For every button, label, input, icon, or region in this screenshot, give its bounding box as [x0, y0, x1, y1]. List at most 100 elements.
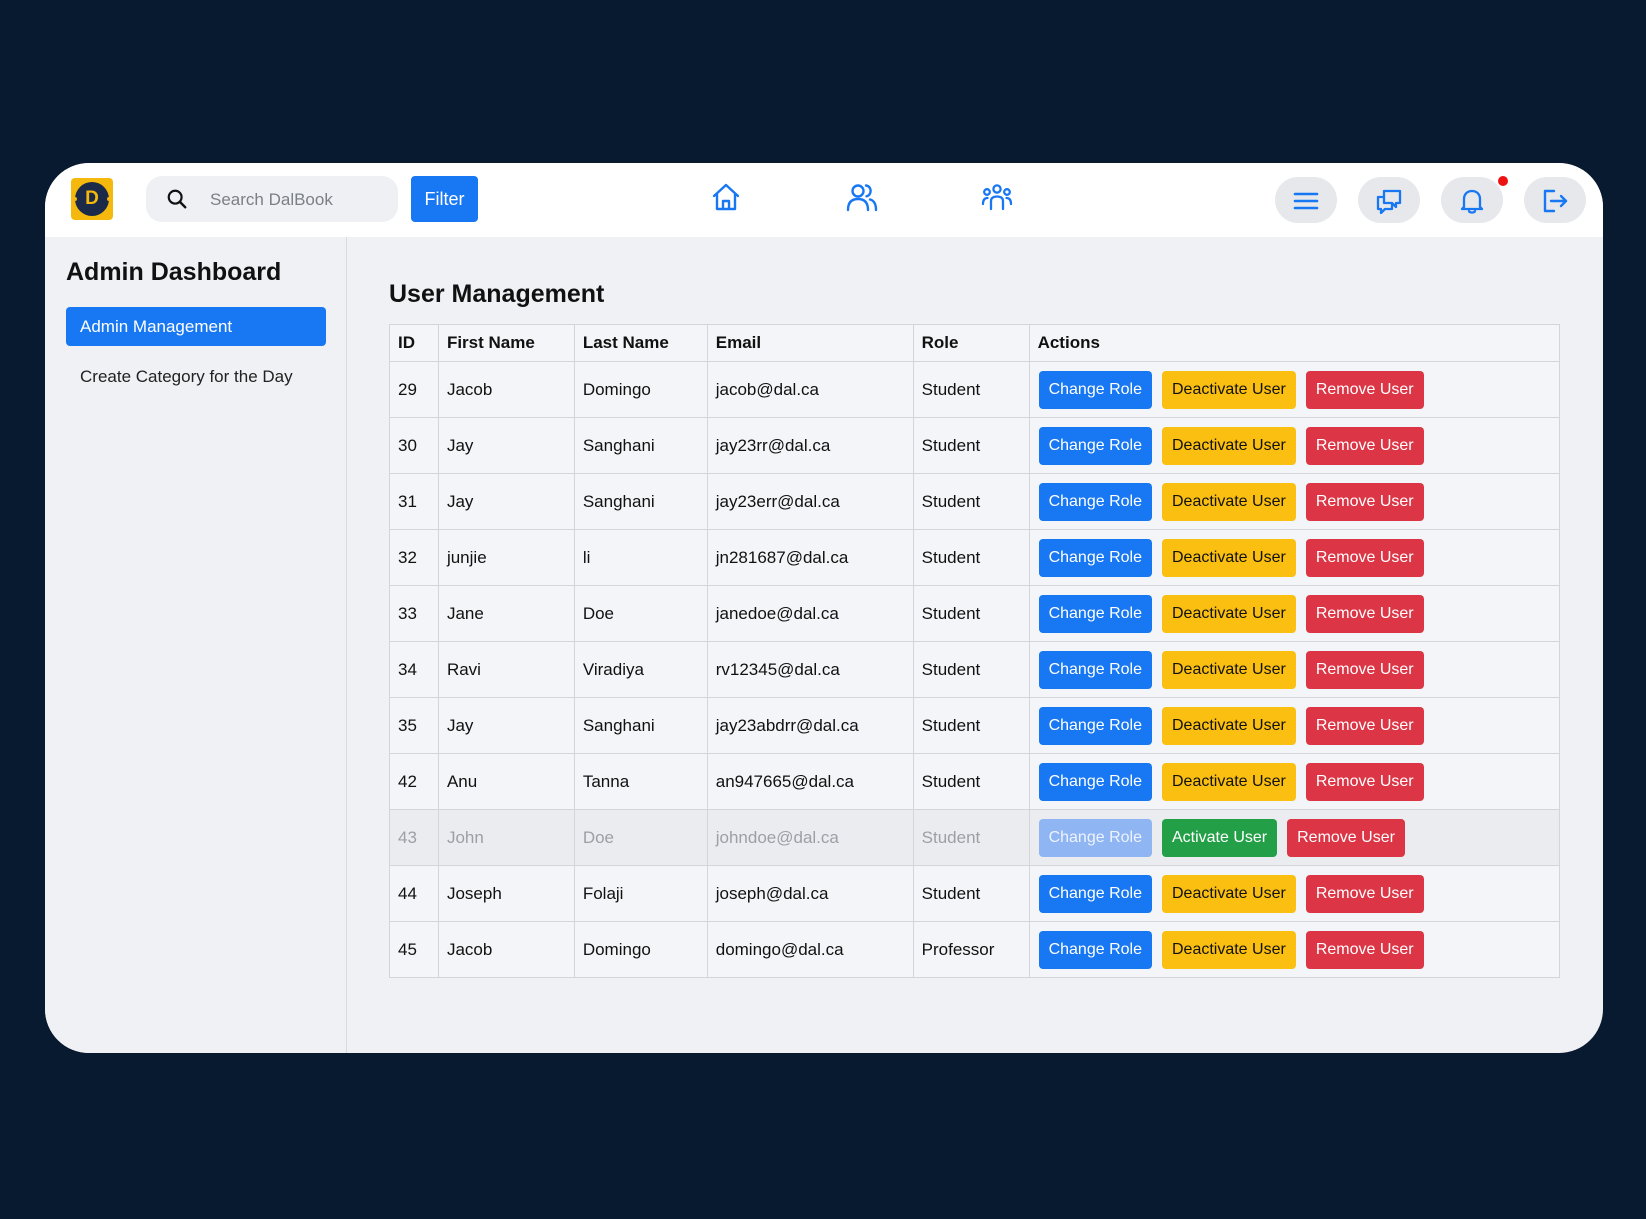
menu-button[interactable] — [1275, 177, 1337, 223]
cell-role: Student — [912, 417, 1030, 474]
deactivate-user-button[interactable]: Deactivate User — [1161, 426, 1296, 465]
sidebar-item-admin-management[interactable]: Admin Management — [66, 307, 326, 346]
menu-icon — [1293, 192, 1319, 210]
cell-id: 34 — [389, 641, 439, 698]
notification-indicator — [1498, 176, 1508, 186]
remove-user-button[interactable]: Remove User — [1305, 706, 1424, 745]
home-icon[interactable] — [710, 181, 742, 213]
change-role-button[interactable]: Change Role — [1038, 426, 1152, 465]
cell-actions: Change Role Deactivate User Remove User — [1028, 473, 1561, 530]
cell-id: 31 — [389, 473, 439, 530]
search-bar[interactable] — [146, 176, 398, 224]
app-window: D Filter — [45, 163, 1603, 1053]
column-header: Role — [912, 324, 1030, 362]
logo-dot — [107, 197, 111, 201]
cell-role: Student — [912, 585, 1030, 642]
table-row: 35 Jay Sanghani jay23abdrr@dal.ca Student Cha… — [389, 697, 1561, 754]
cell-actions: Change Role Deactivate User Remove User — [1028, 361, 1561, 418]
cell-email: jay23err@dal.ca — [706, 473, 914, 530]
cell-first: Jay — [437, 473, 575, 530]
remove-user-button[interactable]: Remove User — [1305, 426, 1424, 465]
table-row: 43 John Doe johndoe@dal.ca Student Change Rol… — [389, 809, 1561, 866]
remove-user-button[interactable]: Remove User — [1305, 762, 1424, 801]
deactivate-user-button[interactable]: Deactivate User — [1161, 370, 1296, 409]
sidebar-item-label: Admin Management — [80, 317, 233, 336]
cell-email: domingo@dal.ca — [706, 921, 914, 978]
filter-button[interactable]: Filter — [411, 176, 478, 222]
cell-actions: Change Role Activate User Remove User — [1028, 809, 1561, 866]
cell-last: Domingo — [573, 921, 708, 978]
table-header-row: ID First Name Last Name Email Role Actions — [389, 324, 1561, 362]
messages-icon — [1376, 189, 1402, 214]
cell-first: junjie — [437, 529, 575, 586]
cell-id: 35 — [389, 697, 439, 754]
cell-actions: Change Role Deactivate User Remove User — [1028, 865, 1561, 922]
cell-role: Student — [912, 753, 1030, 810]
logout-button[interactable] — [1524, 177, 1586, 223]
deactivate-user-button[interactable]: Deactivate User — [1161, 706, 1296, 745]
remove-user-button[interactable]: Remove User — [1305, 594, 1424, 633]
cell-id: 33 — [389, 585, 439, 642]
cell-first: Anu — [437, 753, 575, 810]
table-row: 42 Anu Tanna an947665@dal.ca Student Change R… — [389, 753, 1561, 810]
deactivate-user-button[interactable]: Deactivate User — [1161, 594, 1296, 633]
cell-actions: Change Role Deactivate User Remove User — [1028, 529, 1561, 586]
cell-id: 45 — [389, 921, 439, 978]
search-input[interactable] — [208, 176, 392, 224]
cell-actions: Change Role Deactivate User Remove User — [1028, 697, 1561, 754]
cell-first: Jacob — [437, 921, 575, 978]
remove-user-button[interactable]: Remove User — [1305, 650, 1424, 689]
remove-user-button[interactable]: Remove User — [1305, 874, 1424, 913]
change-role-button[interactable]: Change Role — [1038, 762, 1152, 801]
cell-email: jn281687@dal.ca — [706, 529, 914, 586]
messages-button[interactable] — [1358, 177, 1420, 223]
cell-id: 42 — [389, 753, 439, 810]
deactivate-user-button[interactable]: Deactivate User — [1161, 762, 1296, 801]
table-row: 30 Jay Sanghani jay23rr@dal.ca Student Change… — [389, 417, 1561, 474]
table-row: 45 Jacob Domingo domingo@dal.ca Professor Cha… — [389, 921, 1561, 978]
remove-user-button[interactable]: Remove User — [1305, 538, 1424, 577]
cell-email: an947665@dal.ca — [706, 753, 914, 810]
cell-first: Jay — [437, 697, 575, 754]
user-management-table: ID First Name Last Name Email Role Actions 29… — [389, 324, 1561, 978]
groups-icon[interactable] — [981, 181, 1013, 213]
deactivate-user-button[interactable]: Deactivate User — [1161, 482, 1296, 521]
change-role-button[interactable]: Change Role — [1038, 482, 1152, 521]
change-role-button[interactable]: Change Role — [1038, 706, 1152, 745]
dalbook-logo[interactable]: D — [71, 178, 113, 220]
deactivate-user-button[interactable]: Deactivate User — [1161, 874, 1296, 913]
table-row: 31 Jay Sanghani jay23err@dal.ca Student Chang… — [389, 473, 1561, 530]
change-role-button[interactable]: Change Role — [1038, 594, 1152, 633]
cell-role: Student — [912, 865, 1030, 922]
cell-actions: Change Role Deactivate User Remove User — [1028, 753, 1561, 810]
friends-icon[interactable] — [846, 181, 878, 213]
cell-email: jay23abdrr@dal.ca — [706, 697, 914, 754]
change-role-button[interactable]: Change Role — [1038, 370, 1152, 409]
cell-role: Student — [912, 361, 1030, 418]
notifications-button[interactable] — [1441, 176, 1508, 223]
deactivate-user-button[interactable]: Deactivate User — [1161, 930, 1296, 969]
logo-letter: D — [85, 188, 99, 209]
cell-role: Student — [912, 809, 1030, 866]
change-role-button[interactable]: Change Role — [1038, 930, 1152, 969]
cell-role: Student — [912, 529, 1030, 586]
change-role-button[interactable]: Change Role — [1038, 818, 1152, 857]
remove-user-button[interactable]: Remove User — [1305, 482, 1424, 521]
remove-user-button[interactable]: Remove User — [1305, 370, 1424, 409]
column-header: ID — [389, 324, 439, 362]
change-role-button[interactable]: Change Role — [1038, 650, 1152, 689]
deactivate-user-button[interactable]: Deactivate User — [1161, 650, 1296, 689]
cell-last: Sanghani — [573, 697, 708, 754]
deactivate-user-button[interactable]: Deactivate User — [1161, 538, 1296, 577]
sidebar-item-create-category[interactable]: Create Category for the Day — [66, 357, 326, 396]
change-role-button[interactable]: Change Role — [1038, 874, 1152, 913]
cell-email: johndoe@dal.ca — [706, 809, 914, 866]
activate-user-button[interactable]: Activate User — [1161, 818, 1278, 857]
cell-first: Jacob — [437, 361, 575, 418]
admin-sidebar: Admin Dashboard Admin Management Create … — [45, 237, 347, 1053]
search-icon — [167, 189, 187, 209]
cell-last: Sanghani — [573, 473, 708, 530]
remove-user-button[interactable]: Remove User — [1305, 930, 1424, 969]
remove-user-button[interactable]: Remove User — [1287, 818, 1405, 857]
change-role-button[interactable]: Change Role — [1038, 538, 1152, 577]
